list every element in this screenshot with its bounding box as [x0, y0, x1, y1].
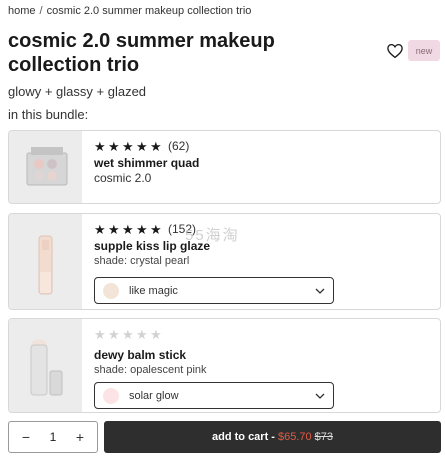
sale-price: $65.70	[277, 431, 312, 443]
breadcrumb: home / cosmic 2.0 summer makeup collection…	[8, 5, 251, 17]
shade-select-value: solar glow	[129, 389, 179, 402]
product-subtitle: glowy + glassy + glazed	[8, 84, 147, 99]
star-icon: ★	[150, 139, 162, 154]
breadcrumb-separator: /	[39, 5, 43, 17]
product-image-balm-stick[interactable]	[9, 319, 82, 412]
quantity-plus-button[interactable]: +	[73, 429, 87, 445]
product-shade: shade: opalescent pink	[94, 364, 207, 376]
star-icon: ★	[122, 222, 134, 237]
add-to-cart-label: add to cart -	[212, 431, 275, 443]
star-icon: ★	[108, 222, 120, 237]
bundle-label: in this bundle:	[8, 107, 89, 122]
product-name[interactable]: dewy balm stick	[94, 348, 432, 363]
rating-stars: ★ ★ ★ ★ ★	[94, 327, 432, 342]
star-icon: ★	[136, 222, 148, 237]
star-icon: ★	[108, 139, 120, 154]
star-icon: ★	[150, 327, 162, 342]
quantity-minus-button[interactable]: −	[19, 429, 33, 445]
product-name[interactable]: wet shimmer quad	[94, 156, 432, 171]
shade-select[interactable]: solar glow	[94, 382, 334, 409]
rating-stars: ★ ★ ★ ★ ★ (152)	[94, 222, 432, 237]
product-image-shimmer-quad[interactable]	[9, 131, 82, 203]
star-icon: ★	[122, 327, 134, 342]
new-badge: new	[408, 40, 440, 61]
star-icon: ★	[108, 327, 120, 342]
watermark-logo: 55海淘	[185, 227, 240, 244]
product-variant: cosmic 2.0	[94, 171, 152, 185]
star-icon: ★	[94, 327, 106, 342]
chevron-down-icon	[315, 393, 325, 399]
product-name[interactable]: supple kiss lip glaze	[94, 239, 432, 254]
star-icon: ★	[94, 222, 106, 237]
star-icon: ★	[136, 139, 148, 154]
original-price: $73	[314, 431, 333, 443]
chevron-down-icon	[315, 288, 325, 294]
product-image-lip-glaze[interactable]	[9, 214, 82, 309]
page-title: cosmic 2.0 summer makeup collection trio	[8, 30, 275, 76]
rating-stars: ★ ★ ★ ★ ★ (62)	[94, 139, 432, 154]
star-icon: ★	[94, 139, 106, 154]
shade-select[interactable]: like magic	[94, 277, 334, 304]
star-icon: ★	[136, 327, 148, 342]
shade-swatch	[103, 387, 119, 404]
heart-icon[interactable]	[386, 42, 404, 60]
bundle-item-card: ★ ★ ★ ★ ★ (62) wet shimmer quad cosmic 2.0	[8, 130, 441, 204]
shade-swatch	[103, 282, 119, 299]
shade-select-value: like magic	[129, 284, 178, 297]
bundle-item-card: ★ ★ ★ ★ ★ dewy balm stick shade: opalescent …	[8, 318, 441, 413]
quantity-stepper: − 1 +	[8, 421, 98, 453]
quantity-value[interactable]: 1	[50, 430, 57, 444]
product-shade: shade: crystal pearl	[94, 255, 190, 267]
review-count[interactable]: (62)	[168, 139, 189, 154]
add-to-cart-button[interactable]: add to cart - $65.70 $73	[104, 421, 441, 453]
breadcrumb-current: cosmic 2.0 summer makeup collection trio	[46, 5, 252, 17]
star-icon: ★	[122, 139, 134, 154]
breadcrumb-home-link[interactable]: home	[8, 5, 36, 17]
star-icon: ★	[150, 222, 162, 237]
